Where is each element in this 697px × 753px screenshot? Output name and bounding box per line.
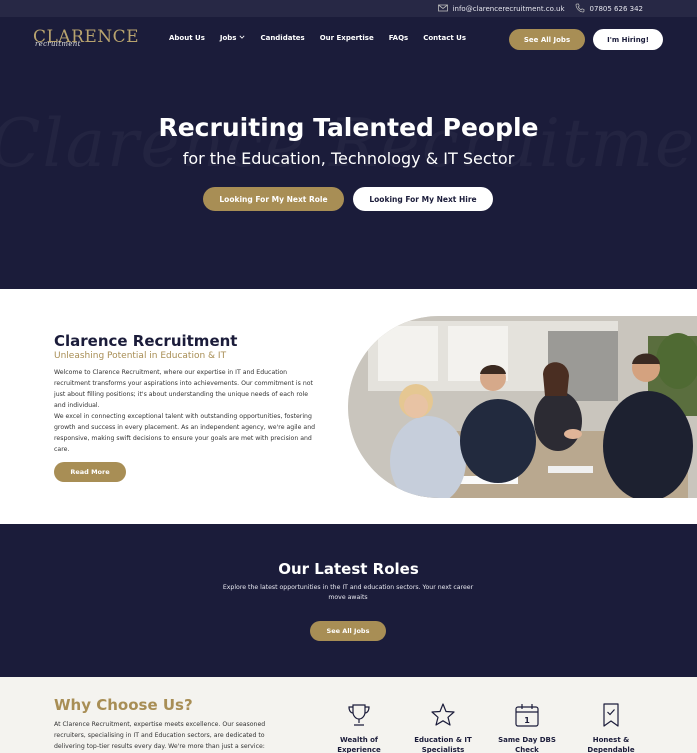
hero-subtitle: for the Education, Technology & IT Secto… <box>182 149 515 168</box>
roles-text: Explore the latest opportunities in the … <box>222 584 474 601</box>
envelope-icon <box>437 3 448 15</box>
feature-experience: Wealth of Experience <box>319 701 399 753</box>
im-hiring-button[interactable]: I'm Hiring! <box>593 29 663 50</box>
roles-see-all-button[interactable]: See All Jobs <box>310 621 386 641</box>
nav-faqs[interactable]: FAQs <box>389 34 409 42</box>
feature-dbs-label: Same Day DBS Check <box>498 736 556 753</box>
roles-title: Our Latest Roles <box>278 560 419 578</box>
feature-experience-label: Wealth of Experience <box>337 736 381 753</box>
feature-honest-label: Honest & Dependable <box>587 736 635 753</box>
feature-specialists-label: Education & IT Specialists <box>414 736 472 753</box>
star-icon <box>403 701 483 729</box>
feature-honest: Honest & Dependable <box>571 701 651 753</box>
chevron-down-icon <box>239 34 245 42</box>
site-header: CLARENCE recruitment About Us Jobs Candi… <box>0 17 697 65</box>
contact-bar: info@clarencerecruitment.co.uk 07805 626… <box>0 0 697 17</box>
why-choose-us-section: Why Choose Us? At Clarence Recruitment, … <box>0 677 697 753</box>
see-all-jobs-button[interactable]: See All Jobs <box>509 29 585 50</box>
why-text: At Clarence Recruitment, expertise meets… <box>54 721 266 750</box>
trophy-icon <box>319 701 399 729</box>
calendar-icon: 1 <box>487 701 567 729</box>
about-title: Clarence Recruitment <box>54 332 238 350</box>
phone-icon <box>575 3 585 15</box>
feature-specialists: Education & IT Specialists <box>403 701 483 753</box>
why-title: Why Choose Us? <box>54 696 193 714</box>
email-link[interactable]: info@clarencerecruitment.co.uk <box>437 3 565 15</box>
phone-link[interactable]: 07805 626 342 <box>575 3 643 15</box>
main-nav: About Us Jobs Candidates Our Expertise F… <box>169 34 466 42</box>
nav-expertise[interactable]: Our Expertise <box>320 34 374 42</box>
email-text: info@clarencerecruitment.co.uk <box>452 4 565 13</box>
svg-text:1: 1 <box>524 716 530 725</box>
next-hire-button[interactable]: Looking For My Next Hire <box>353 187 493 211</box>
about-section: Clarence Recruitment Unleashing Potentia… <box>0 289 697 524</box>
about-paragraph-1: Welcome to Clarence Recruitment, where o… <box>54 369 313 409</box>
nav-about[interactable]: About Us <box>169 34 205 42</box>
bookmark-check-icon <box>571 701 651 729</box>
next-role-button[interactable]: Looking For My Next Role <box>203 187 344 211</box>
logo-script: recruitment <box>35 40 81 48</box>
nav-contact[interactable]: Contact Us <box>423 34 466 42</box>
about-subtitle: Unleashing Potential in Education & IT <box>54 351 227 361</box>
hero-title: Recruiting Talented People <box>158 113 539 142</box>
about-body: Welcome to Clarence Recruitment, where o… <box>54 367 316 455</box>
about-paragraph-2: We excel in connecting exceptional talen… <box>54 413 316 453</box>
latest-roles-section: Our Latest Roles Explore the latest oppo… <box>0 524 697 677</box>
feature-dbs: 1 Same Day DBS Check <box>487 701 567 753</box>
logo[interactable]: CLARENCE recruitment <box>33 28 139 52</box>
phone-text: 07805 626 342 <box>589 4 643 13</box>
team-meeting-photo <box>348 316 697 498</box>
read-more-button[interactable]: Read More <box>54 462 126 482</box>
hero-section: Clarence Recruitment Recruiting Talented… <box>0 65 697 289</box>
nav-jobs[interactable]: Jobs <box>220 34 246 42</box>
nav-jobs-label: Jobs <box>219 34 237 42</box>
nav-candidates[interactable]: Candidates <box>260 34 304 42</box>
